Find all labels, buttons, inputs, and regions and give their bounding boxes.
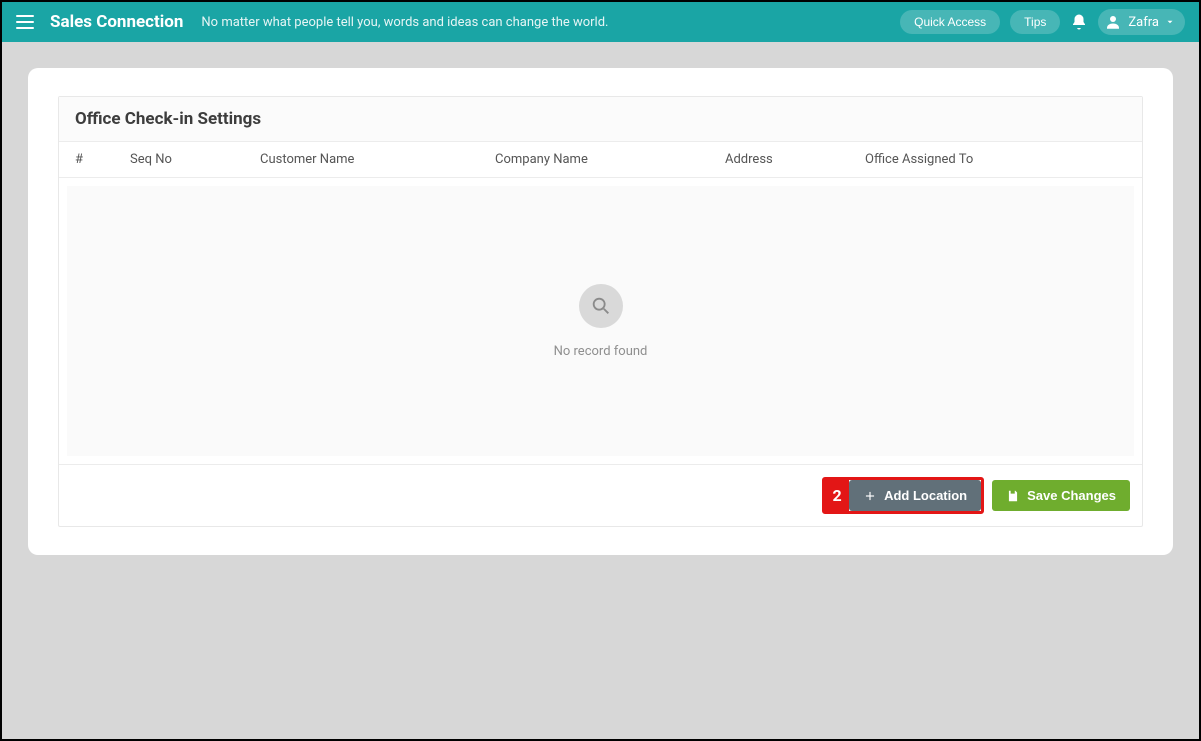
page-body: Office Check-in Settings # Seq No Custom… <box>2 42 1199 581</box>
step-callout: 2 Add Location <box>822 477 984 514</box>
app-tagline: No matter what people tell you, words an… <box>201 15 900 30</box>
quick-access-button[interactable]: Quick Access <box>900 10 1000 34</box>
col-assigned: Office Assigned To <box>865 152 1126 167</box>
empty-state: No record found <box>67 186 1134 456</box>
tips-button[interactable]: Tips <box>1010 10 1060 34</box>
avatar-icon <box>1104 13 1122 31</box>
chevron-down-icon <box>1165 17 1175 27</box>
col-index: # <box>75 152 130 167</box>
user-name: Zafra <box>1128 15 1159 30</box>
table-header-row: # Seq No Customer Name Company Name Addr… <box>59 142 1142 178</box>
add-location-label: Add Location <box>884 488 967 503</box>
user-menu[interactable]: Zafra <box>1098 9 1185 35</box>
panel-footer: 2 Add Location Save Changes <box>59 464 1142 526</box>
app-brand: Sales Connection <box>50 12 183 32</box>
bell-icon[interactable] <box>1070 13 1088 31</box>
panel-title: Office Check-in Settings <box>75 109 1126 129</box>
main-card: Office Check-in Settings # Seq No Custom… <box>28 68 1173 555</box>
col-address: Address <box>725 152 865 167</box>
plus-icon <box>863 489 877 503</box>
save-changes-button[interactable]: Save Changes <box>992 480 1130 511</box>
save-changes-label: Save Changes <box>1027 488 1116 503</box>
settings-panel: Office Check-in Settings # Seq No Custom… <box>58 96 1143 527</box>
empty-text: No record found <box>554 344 648 359</box>
top-bar: Sales Connection No matter what people t… <box>2 2 1199 42</box>
menu-icon[interactable] <box>16 15 34 29</box>
panel-header: Office Check-in Settings <box>59 97 1142 142</box>
col-company: Company Name <box>495 152 725 167</box>
save-icon <box>1006 489 1020 503</box>
empty-search-icon <box>579 284 623 328</box>
add-location-button[interactable]: Add Location <box>849 480 981 511</box>
col-seq: Seq No <box>130 152 260 167</box>
col-customer: Customer Name <box>260 152 495 167</box>
top-actions: Quick Access Tips Zafra <box>900 9 1185 35</box>
step-number: 2 <box>825 480 849 511</box>
